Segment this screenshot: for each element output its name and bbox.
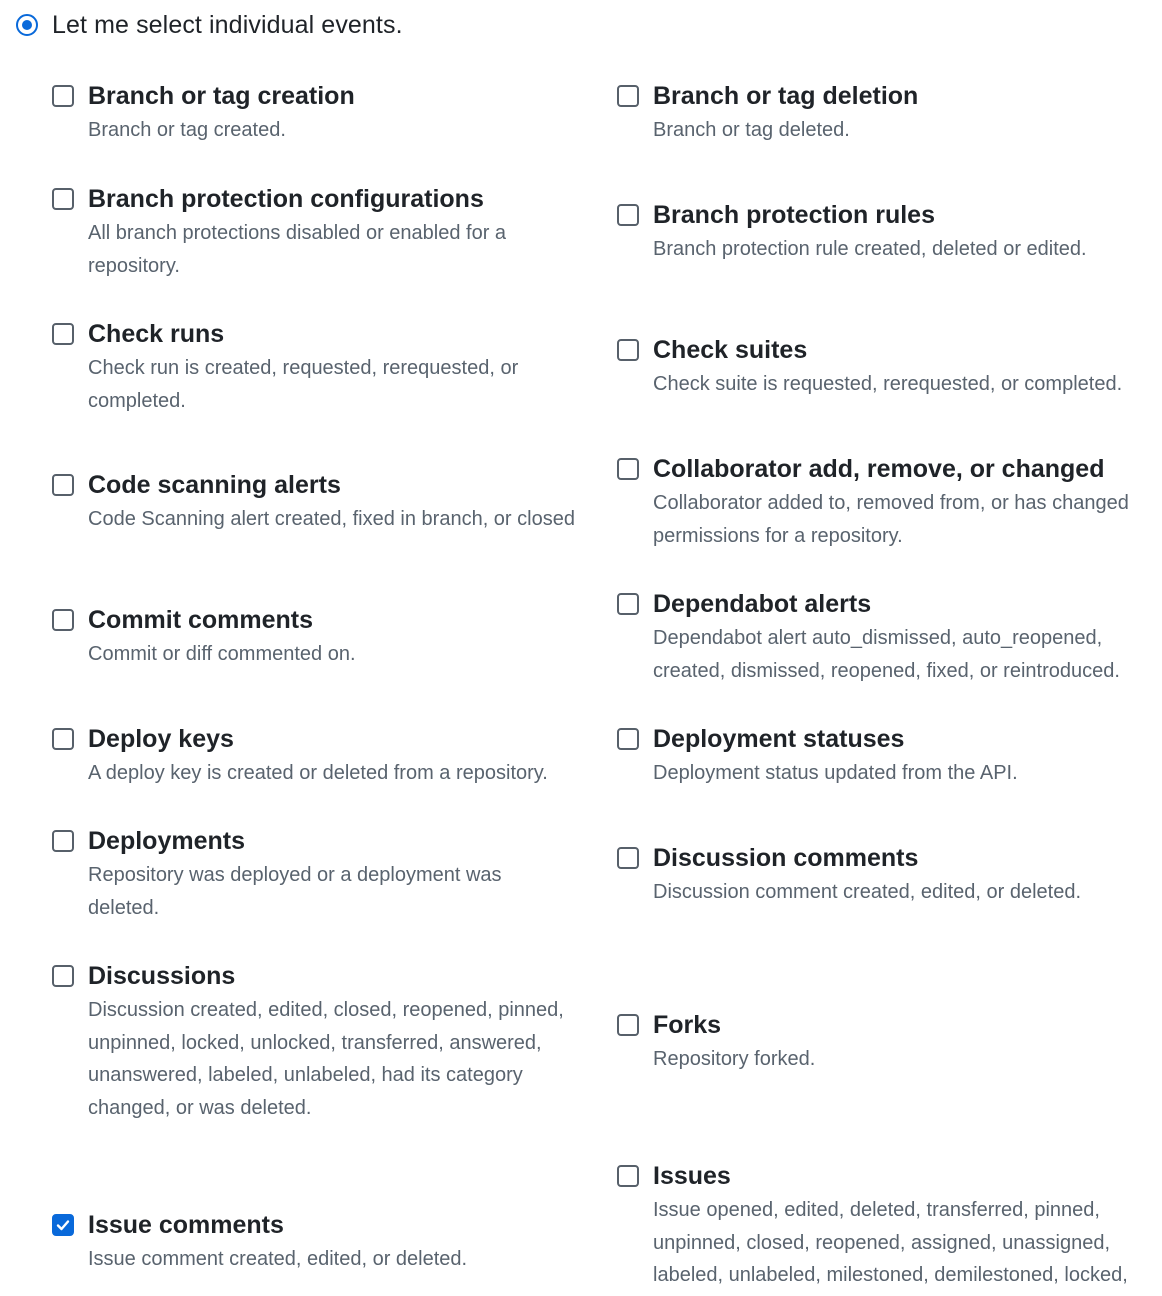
event-forks: Forks Repository forked.	[617, 1009, 1117, 1076]
event-title: Deployment statuses	[653, 725, 905, 753]
event-description: Collaborator added to, removed from, or …	[653, 492, 1129, 547]
dependabot-alerts-checkbox[interactable]	[617, 593, 639, 615]
event-title: Check suites	[653, 336, 808, 364]
event-title: Branch or tag deletion	[653, 82, 919, 110]
event-title: Deploy keys	[88, 725, 234, 753]
event-description: Issue comment created, edited, or delete…	[88, 1248, 468, 1270]
event-title: Branch protection configurations	[88, 185, 484, 213]
event-description: A deploy key is created or deleted from …	[88, 762, 548, 784]
event-issue-comments: Issue comments Issue comment created, ed…	[52, 1209, 592, 1276]
discussion-comments-checkbox[interactable]	[617, 847, 639, 869]
event-title: Deployments	[88, 827, 245, 855]
individual-events-radio[interactable]	[16, 14, 38, 36]
event-commit-comments: Commit comments Commit or diff commented…	[52, 604, 592, 671]
event-collaborator-add-remove-or-changed: Collaborator add, remove, or changed Col…	[617, 453, 1129, 552]
individual-events-radio-option[interactable]: Let me select individual events.	[16, 8, 403, 42]
commit-comments-checkbox[interactable]	[52, 609, 74, 631]
event-title: Dependabot alerts	[653, 590, 872, 618]
check-suites-checkbox[interactable]	[617, 339, 639, 361]
event-description: Branch protection rule created, deleted …	[653, 238, 1087, 260]
individual-events-label: Let me select individual events.	[52, 10, 403, 39]
event-description: Commit or diff commented on.	[88, 643, 356, 665]
deploy-keys-checkbox[interactable]	[52, 728, 74, 750]
event-title: Code scanning alerts	[88, 471, 341, 499]
event-description: Discussion comment created, edited, or d…	[653, 881, 1081, 903]
event-issues: Issues Issue opened, edited, deleted, tr…	[617, 1160, 1128, 1292]
event-description: Check run is created, requested, rereque…	[88, 357, 519, 412]
checkmark-icon	[56, 1220, 70, 1231]
event-title: Branch or tag creation	[88, 82, 355, 110]
event-discussions: Discussions Discussion created, edited, …	[52, 960, 592, 1124]
event-discussion-comments: Discussion comments Discussion comment c…	[617, 842, 1117, 909]
event-deployments: Deployments Repository was deployed or a…	[52, 825, 592, 924]
issue-comments-checkbox[interactable]	[52, 1214, 74, 1236]
deployment-statuses-checkbox[interactable]	[617, 728, 639, 750]
branch-protection-configurations-checkbox[interactable]	[52, 188, 74, 210]
event-check-runs: Check runs Check run is created, request…	[52, 318, 592, 417]
check-runs-checkbox[interactable]	[52, 323, 74, 345]
discussions-checkbox[interactable]	[52, 965, 74, 987]
event-check-suites: Check suites Check suite is requested, r…	[617, 334, 1123, 401]
collaborator-add-remove-or-changed-checkbox[interactable]	[617, 458, 639, 480]
event-title: Issues	[653, 1162, 731, 1190]
branch-or-tag-creation-checkbox[interactable]	[52, 85, 74, 107]
forks-checkbox[interactable]	[617, 1014, 639, 1036]
event-title: Forks	[653, 1011, 722, 1039]
event-deploy-keys: Deploy keys A deploy key is created or d…	[52, 723, 592, 790]
event-description: Check suite is requested, rerequested, o…	[653, 373, 1123, 395]
event-title: Discussions	[88, 962, 236, 990]
event-description: Branch or tag created.	[88, 119, 286, 141]
event-deployment-statuses: Deployment statuses Deployment status up…	[617, 723, 1117, 790]
event-description: Branch or tag deleted.	[653, 119, 850, 141]
radio-selected-dot	[22, 20, 32, 30]
event-description: Deployment status updated from the API.	[653, 762, 1018, 784]
issues-checkbox[interactable]	[617, 1165, 639, 1187]
event-description: Discussion created, edited, closed, reop…	[88, 999, 564, 1119]
event-description: Code Scanning alert created, fixed in br…	[88, 508, 575, 530]
event-description: Dependabot alert auto_dismissed, auto_re…	[653, 627, 1120, 682]
event-code-scanning-alerts: Code scanning alerts Code Scanning alert…	[52, 469, 592, 536]
code-scanning-alerts-checkbox[interactable]	[52, 474, 74, 496]
event-title: Discussion comments	[653, 844, 919, 872]
event-title: Branch protection rules	[653, 201, 935, 229]
event-description: Issue opened, edited, deleted, transferr…	[653, 1199, 1128, 1286]
event-title: Check runs	[88, 320, 225, 348]
event-description: All branch protections disabled or enabl…	[88, 222, 507, 277]
event-branch-protection-configurations: Branch protection configurations All bra…	[52, 183, 592, 282]
event-description: Repository forked.	[653, 1048, 816, 1070]
event-title: Commit comments	[88, 606, 314, 634]
event-title: Collaborator add, remove, or changed	[653, 455, 1105, 483]
event-branch-or-tag-deletion: Branch or tag deletion Branch or tag del…	[617, 80, 1117, 147]
event-branch-protection-rules: Branch protection rules Branch protectio…	[617, 199, 1117, 266]
event-dependabot-alerts: Dependabot alerts Dependabot alert auto_…	[617, 588, 1120, 687]
deployments-checkbox[interactable]	[52, 830, 74, 852]
event-title: Issue comments	[88, 1211, 284, 1239]
branch-protection-rules-checkbox[interactable]	[617, 204, 639, 226]
branch-or-tag-deletion-checkbox[interactable]	[617, 85, 639, 107]
event-description: Repository was deployed or a deployment …	[88, 864, 502, 919]
event-branch-or-tag-creation: Branch or tag creation Branch or tag cre…	[52, 80, 592, 147]
